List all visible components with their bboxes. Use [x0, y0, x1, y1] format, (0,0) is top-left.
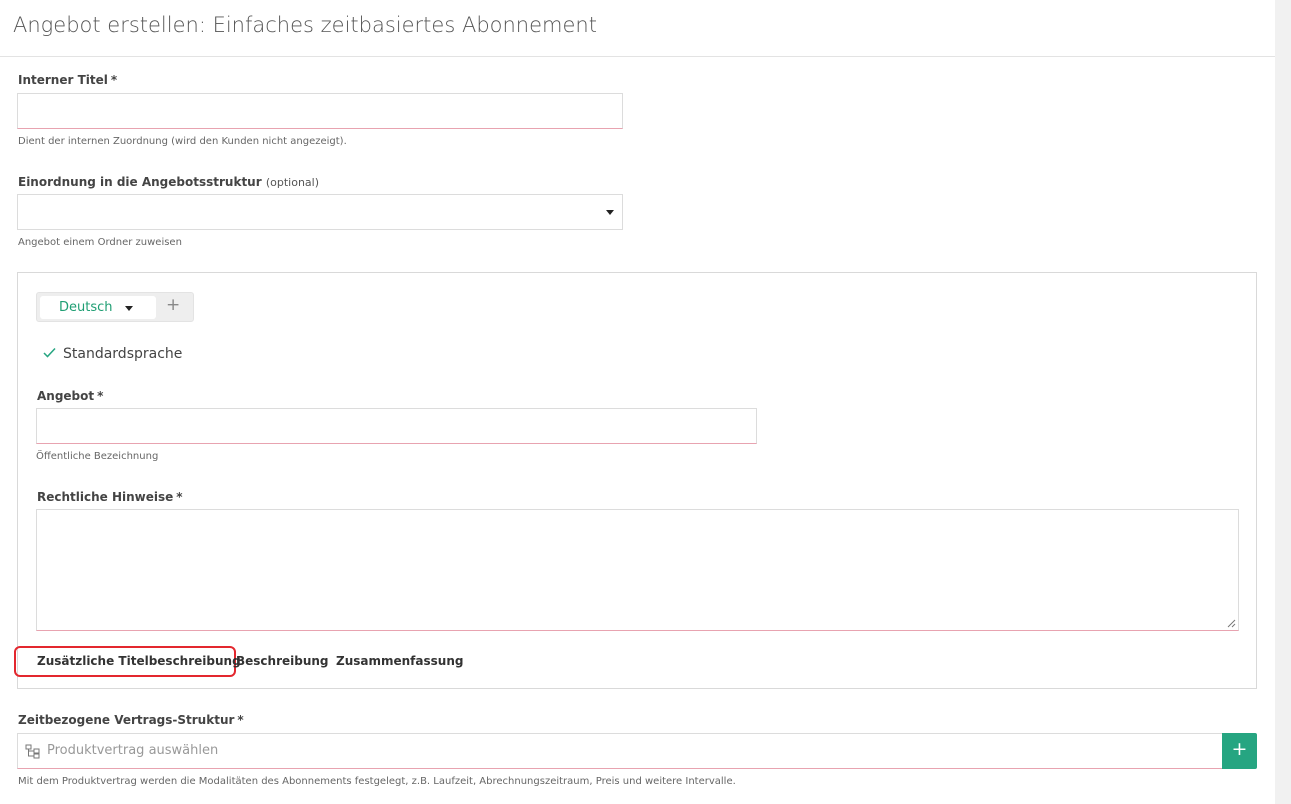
required-mark: *: [237, 713, 244, 727]
required-mark: *: [97, 389, 104, 403]
plus-icon: +: [1231, 738, 1248, 760]
page: Angebot erstellen: Einfaches zeitbasiert…: [0, 0, 1291, 804]
legal-label-text: Rechtliche Hinweise: [37, 490, 174, 504]
add-contract-button[interactable]: +: [1222, 733, 1257, 769]
required-mark: *: [176, 490, 183, 504]
required-mark: *: [110, 73, 118, 87]
scrollbar-track[interactable]: [1275, 0, 1291, 804]
optional-note: (optional): [265, 176, 320, 189]
tree-structure-icon: [25, 744, 40, 759]
structure-help: Angebot einem Ordner zuweisen: [18, 237, 182, 248]
offer-label: Angebot *: [37, 389, 103, 403]
summary-link[interactable]: Zusammenfassung: [336, 654, 463, 668]
contract-label-text: Zeitbezogene Vertrags-Struktur: [18, 713, 235, 727]
chevron-down-icon[interactable]: [125, 306, 133, 311]
internal-title-label: Interner Titel *: [18, 73, 117, 87]
offer-input[interactable]: [36, 408, 757, 444]
structure-select[interactable]: [17, 194, 623, 230]
legal-textarea[interactable]: [36, 509, 1239, 631]
description-link[interactable]: Beschreibung: [236, 654, 329, 668]
language-tabs: Deutsch +: [36, 292, 194, 322]
structure-label: Einordnung in die Angebotsstruktur (opti…: [18, 175, 319, 189]
language-panel: Deutsch + Standardsprache Angebot * Öffen…: [14, 272, 1257, 689]
page-title: Angebot erstellen: Einfaches zeitbasiert…: [13, 13, 597, 37]
internal-title-input[interactable]: [17, 93, 623, 129]
add-language-button[interactable]: +: [166, 295, 180, 315]
contract-input[interactable]: Produktvertrag auswählen: [17, 733, 1223, 769]
structure-label-text: Einordnung in die Angebotsstruktur: [18, 175, 262, 189]
contract-placeholder: Produktvertrag auswählen: [47, 743, 219, 758]
default-language-label: Standardsprache: [63, 346, 183, 362]
offer-help: Öffentliche Bezeichnung: [36, 451, 159, 462]
check-icon: [43, 347, 56, 358]
chevron-down-icon: [606, 210, 614, 215]
contract-label: Zeitbezogene Vertrags-Struktur *: [18, 713, 244, 727]
contract-help: Mit dem Produktvertrag werden die Modali…: [18, 776, 736, 787]
page-header: Angebot erstellen: Einfaches zeitbasiert…: [0, 0, 1275, 57]
internal-title-label-text: Interner Titel: [18, 73, 108, 87]
internal-title-help: Dient der internen Zuordnung (wird den K…: [18, 136, 347, 147]
resize-handle-icon[interactable]: [1227, 619, 1236, 628]
tab-deutsch-label: Deutsch: [59, 300, 113, 315]
tab-deutsch[interactable]: Deutsch: [40, 296, 156, 319]
additional-title-link[interactable]: Zusätzliche Titelbeschreibung: [37, 654, 241, 668]
legal-label: Rechtliche Hinweise *: [37, 490, 183, 504]
offer-label-text: Angebot: [37, 389, 95, 403]
